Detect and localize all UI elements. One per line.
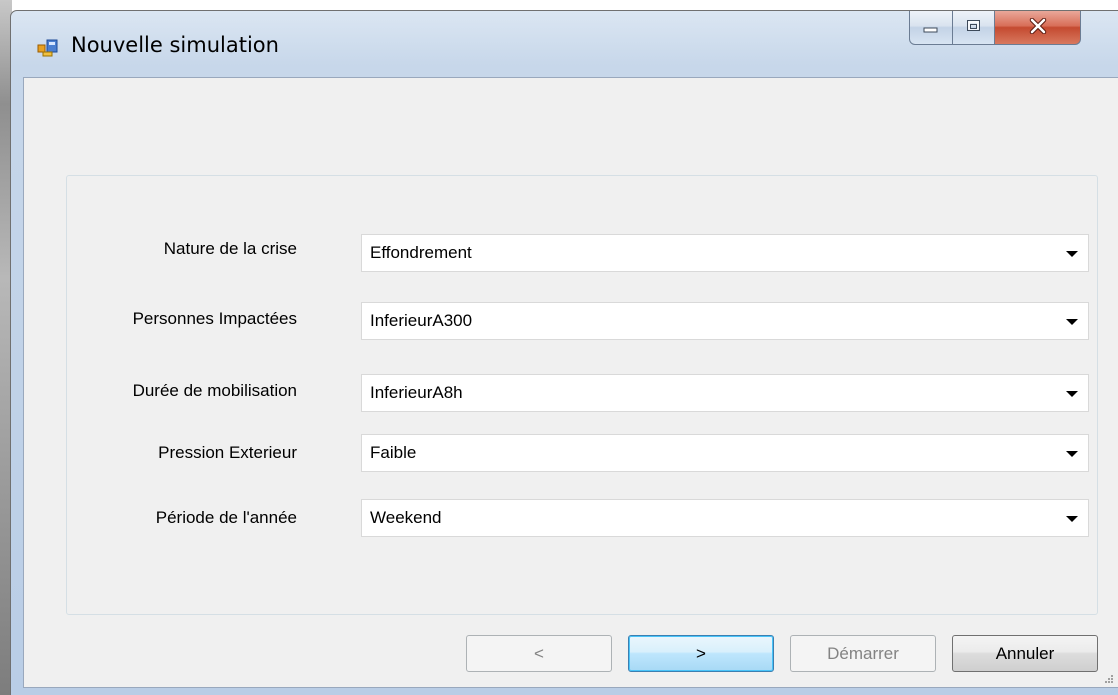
start-button[interactable]: Démarrer <box>790 635 936 672</box>
minimize-button[interactable] <box>909 11 953 45</box>
window-title: Nouvelle simulation <box>71 33 279 57</box>
label-nature-crise: Nature de la crise <box>163 239 297 258</box>
combo-value: Weekend <box>370 508 442 527</box>
next-button[interactable]: > <box>628 635 774 672</box>
caption-buttons <box>909 11 1081 47</box>
combo-duree-mobilisation[interactable]: InferieurA8h <box>361 374 1089 412</box>
dropdown-arrow-icon <box>1066 451 1078 457</box>
cancel-button[interactable]: Annuler <box>952 635 1098 672</box>
label-duree-mobilisation: Durée de mobilisation <box>132 381 297 400</box>
combo-value: Faible <box>370 443 417 462</box>
previous-button[interactable]: < <box>466 635 612 672</box>
combo-pression-exterieur[interactable]: Faible <box>361 434 1089 472</box>
combo-value: Effondrement <box>370 243 472 262</box>
dialog-window: Nouvelle simulation Nature de la crise E… <box>10 10 1118 695</box>
close-icon <box>1029 17 1047 38</box>
label-personnes-impactees: Personnes Impactées <box>132 309 297 328</box>
resize-grip-icon[interactable] <box>1102 671 1114 683</box>
app-icon <box>37 37 59 57</box>
form-group: Nature de la crise Effondrement Personne… <box>66 175 1098 615</box>
combo-personnes-impactees[interactable]: InferieurA300 <box>361 302 1089 340</box>
dialog-client-area: Nature de la crise Effondrement Personne… <box>23 77 1118 688</box>
combo-value: InferieurA300 <box>370 311 473 330</box>
combo-nature-crise[interactable]: Effondrement <box>361 234 1089 272</box>
dropdown-arrow-icon <box>1066 516 1078 522</box>
maximize-icon <box>966 18 982 37</box>
title-bar[interactable]: Nouvelle simulation <box>11 11 1118 77</box>
label-periode-annee: Période de l'année <box>155 508 297 527</box>
combo-value: InferieurA8h <box>370 383 463 402</box>
label-pression-exterieur: Pression Exterieur <box>158 443 297 462</box>
close-button[interactable] <box>995 11 1081 45</box>
dropdown-arrow-icon <box>1066 319 1078 325</box>
dropdown-arrow-icon <box>1066 251 1078 257</box>
combo-periode-annee[interactable]: Weekend <box>361 499 1089 537</box>
minimize-icon <box>923 18 939 37</box>
dropdown-arrow-icon <box>1066 391 1078 397</box>
maximize-button[interactable] <box>953 11 995 45</box>
